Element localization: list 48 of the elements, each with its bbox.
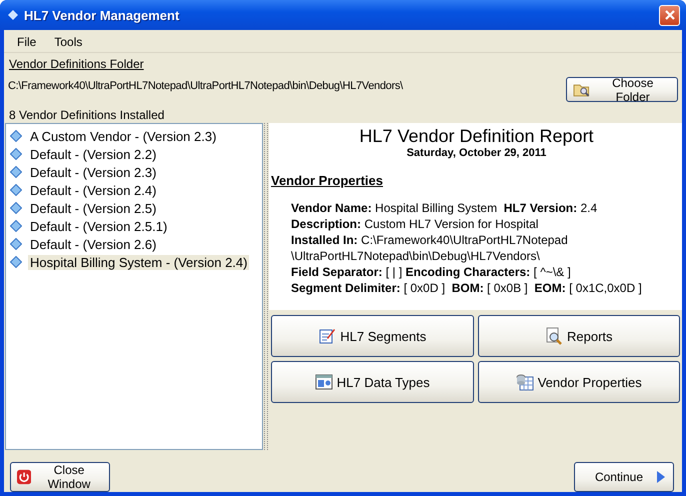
magnifier-icon	[544, 327, 563, 345]
vendor-item[interactable]: Hospital Billing System - (Version 2.4)	[28, 254, 250, 270]
arrow-icon	[657, 471, 665, 483]
diamond-icon	[10, 238, 22, 250]
property-line: Installed In: C:\Framework40\UltraPortHL7Notepad	[290, 232, 569, 248]
vendor-item[interactable]: Default - (Version 2.2)	[28, 146, 158, 162]
vendor-item[interactable]: Default - (Version 2.5.1)	[28, 218, 170, 234]
close-icon	[664, 9, 676, 21]
folder-icon	[573, 82, 590, 98]
menu-item[interactable]: Tools	[47, 35, 90, 49]
vendor-item[interactable]: Default - (Version 2.6)	[28, 236, 158, 252]
vendor-item[interactable]: A Custom Vendor - (Version 2.3)	[28, 128, 218, 144]
diamond-icon	[8, 10, 18, 20]
property-line: Segment Delimiter: [ 0x0D ] BOM: [ 0x0B ] EOM: [ 0x1C,0x0D ]	[290, 280, 643, 296]
property-line: \UltraPortHL7Notepad\bin\Debug\HL7Vendors\	[290, 248, 541, 264]
report-title: HL7 Vendor Definition Report	[358, 126, 595, 147]
close-button[interactable]	[659, 4, 680, 26]
vendor-item[interactable]: Default - (Version 2.5)	[28, 200, 158, 216]
vendor-count: 8 Vendor Definitions Installed	[9, 108, 166, 122]
window-icon	[314, 374, 333, 390]
diamond-icon	[10, 184, 22, 196]
action-button[interactable]: Reports	[478, 315, 680, 357]
property-line: Description: Custom HL7 Version for Hospital	[290, 216, 540, 232]
close-window-button[interactable]: Close Window	[10, 462, 110, 492]
report-date: Saturday, October 29, 2011	[406, 147, 548, 159]
diamond-icon	[10, 256, 22, 268]
diamond-icon	[10, 130, 22, 142]
window-title: HL7 Vendor Management	[24, 8, 180, 22]
action-button[interactable]: HL7 Data Types	[271, 361, 474, 403]
vendor-item[interactable]: Default - (Version 2.3)	[28, 164, 158, 180]
edit-icon	[318, 327, 336, 345]
table-icon	[516, 373, 534, 391]
vendor-item[interactable]: Default - (Version 2.4)	[28, 182, 158, 198]
choose-folder-button[interactable]: Choose Folder	[566, 77, 678, 102]
continue-button[interactable]: Continue	[574, 462, 674, 492]
folder-label: Vendor Definitions Folder	[9, 57, 145, 71]
diamond-icon	[10, 166, 22, 178]
diamond-icon	[10, 220, 22, 232]
menu-item[interactable]: File	[10, 35, 44, 49]
diamond-icon	[10, 202, 22, 214]
folder-path: C:\Framework40\UltraPortHL7Notepad\UltraPortHL7Notepad\bin\Debug\HL7Vendors\	[8, 80, 403, 92]
action-button[interactable]: Vendor Properties	[478, 361, 680, 403]
property-line: Vendor Name: Hospital Billing System HL7 Version: 2.4	[290, 200, 598, 216]
action-button[interactable]: HL7 Segments	[271, 315, 474, 357]
power-icon	[17, 469, 32, 485]
diamond-icon	[10, 148, 22, 160]
property-line: Field Separator: [ | ] Encoding Characters: [ ^~\& ]	[290, 264, 572, 280]
section-heading: Vendor Properties	[271, 173, 383, 188]
